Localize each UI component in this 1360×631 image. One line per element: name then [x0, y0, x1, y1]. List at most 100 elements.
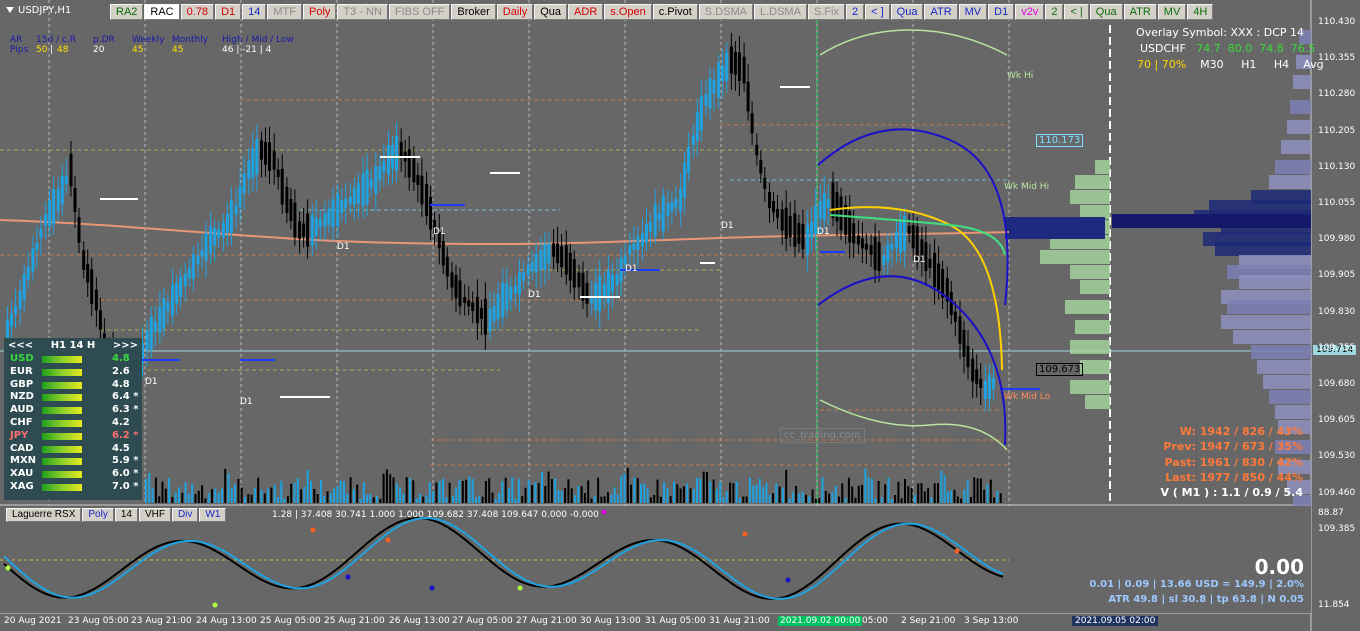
volume-bar [402, 493, 405, 503]
stat-prev: Prev: 1947 / 673 / 35% [1163, 440, 1303, 453]
cs-currency: GBP [10, 378, 34, 390]
toolbar-button-17[interactable]: S.Fix [807, 4, 845, 20]
volume-bar [211, 489, 213, 503]
toolbar-button-27[interactable]: Qua [1089, 4, 1123, 20]
toolbar-button-11[interactable]: Qua [534, 4, 568, 20]
volume-bar [504, 477, 507, 503]
price-scale-label: 110.430 [1318, 17, 1356, 27]
volume-bar [877, 481, 880, 503]
profile-bar [1070, 190, 1110, 204]
toolbar-button-5[interactable]: MTF [267, 4, 302, 20]
volume-bar [385, 469, 388, 503]
toolbar-button-26[interactable]: < | [1064, 4, 1089, 20]
osc-signal-dot [385, 537, 391, 543]
toolbar-button-21[interactable]: ATR [924, 4, 958, 20]
volume-bar [801, 491, 804, 503]
currency-strength-panel: <<< H1 14 H >>> USD 4.8 EUR 2.6 GBP 4.8 NZD 6.4… [4, 338, 142, 500]
price-scale-label: 109.830 [1318, 306, 1356, 317]
candle-body [768, 191, 771, 209]
volume-bar [498, 492, 501, 503]
osc-button-4[interactable]: Div [171, 508, 199, 522]
candle-body [318, 219, 322, 228]
volume-bar [811, 489, 814, 503]
toolbar-button-0[interactable]: RA2 [110, 4, 144, 20]
volume-bar [646, 488, 649, 503]
volume-bar [227, 473, 230, 503]
toolbar-button-6[interactable]: Poly [302, 4, 337, 20]
osc-button-0[interactable]: Laguerre RSX [6, 508, 82, 522]
osc-signal-dot [785, 577, 791, 583]
candle-body [971, 358, 975, 382]
candle-body [196, 255, 200, 265]
d1-marker: D1 [240, 397, 253, 407]
candle-body [162, 297, 166, 329]
candle-body [585, 282, 589, 304]
volume-bar [399, 487, 402, 503]
toolbar-button-2[interactable]: 0.78 [180, 4, 215, 20]
toolbar-button-25[interactable]: 2 [1045, 4, 1064, 20]
volume-bar [709, 481, 712, 503]
volume-bar [181, 492, 184, 503]
toolbar-button-3[interactable]: D1 [215, 4, 242, 20]
candle-body [547, 243, 551, 264]
volume-bar [240, 487, 243, 503]
toolbar-button-16[interactable]: L.DSMA [753, 4, 807, 20]
toolbar-button-19[interactable]: < ] [865, 4, 890, 20]
candle-body [56, 188, 60, 212]
candle-body [772, 201, 775, 213]
volume-bar [808, 495, 811, 503]
cs-next-button[interactable]: >>> [113, 340, 138, 351]
volume-bar [319, 479, 322, 503]
toolbar-button-28[interactable]: ATR [1123, 4, 1157, 20]
osc-button-5[interactable]: W1 [199, 508, 227, 522]
toolbar-button-20[interactable]: Qua [890, 4, 924, 20]
volume-bar [366, 494, 369, 503]
d1-marker: D1 [913, 255, 926, 265]
candle-body [695, 112, 699, 142]
candle-body [242, 173, 246, 194]
toolbar-button-30[interactable]: 4H [1187, 4, 1214, 20]
toolbar-button-8[interactable]: FIBS OFF [388, 4, 451, 20]
candle-body [839, 196, 843, 231]
candlesticks [6, 32, 1040, 412]
toolbar-button-12[interactable]: ADR [568, 4, 604, 20]
overlay-tf1: M30 [1200, 58, 1224, 71]
toolbar-button-22[interactable]: MV [958, 4, 988, 20]
volume-bar [864, 468, 867, 503]
candle-body [306, 213, 310, 247]
toolbar-button-4[interactable]: 14 [242, 4, 267, 20]
candle-body [463, 296, 467, 304]
candle-body [822, 193, 826, 221]
chart-menu-icon[interactable] [6, 7, 14, 13]
toolbar-button-18[interactable]: 2 [845, 4, 865, 20]
cs-value: 6.4 * [112, 391, 139, 403]
price-chart[interactable] [0, 0, 1360, 631]
time-label: 23 Aug 21:00 [131, 616, 192, 626]
volume-bar [795, 485, 798, 503]
candle-body [234, 205, 238, 215]
toolbar-button-7[interactable]: T3 - NN [337, 4, 388, 20]
volume-bar [534, 481, 537, 503]
cs-prev-button[interactable]: <<< [8, 340, 33, 351]
osc-button-2[interactable]: 14 [114, 508, 138, 522]
volume-bar [442, 478, 444, 503]
toolbar-button-24[interactable]: v2v [1015, 4, 1045, 20]
profile-bar [1085, 395, 1110, 409]
candle-body [183, 273, 187, 287]
volume-bar [623, 473, 626, 503]
toolbar-button-15[interactable]: S.DSMA [698, 4, 753, 20]
toolbar-button-14[interactable]: c.Pivot [652, 4, 698, 20]
candle-body [289, 199, 293, 221]
wk-mid-hi-label: Wk Mid Hi [1004, 182, 1050, 192]
toolbar-button-23[interactable]: D1 [988, 4, 1015, 20]
toolbar-button-13[interactable]: s.Open [604, 4, 652, 20]
toolbar-button-29[interactable]: MV [1157, 4, 1187, 20]
osc-button-1[interactable]: Poly [82, 508, 114, 522]
osc-button-3[interactable]: VHF [138, 508, 171, 522]
candle-body [492, 305, 496, 321]
cs-currency: CAD [10, 442, 34, 454]
toolbar-button-1[interactable]: RAC [144, 4, 180, 20]
toolbar-button-9[interactable]: Broker [451, 4, 496, 20]
toolbar-button-10[interactable]: Daily [496, 4, 534, 20]
cs-row: MXN 5.9 * [4, 455, 142, 468]
